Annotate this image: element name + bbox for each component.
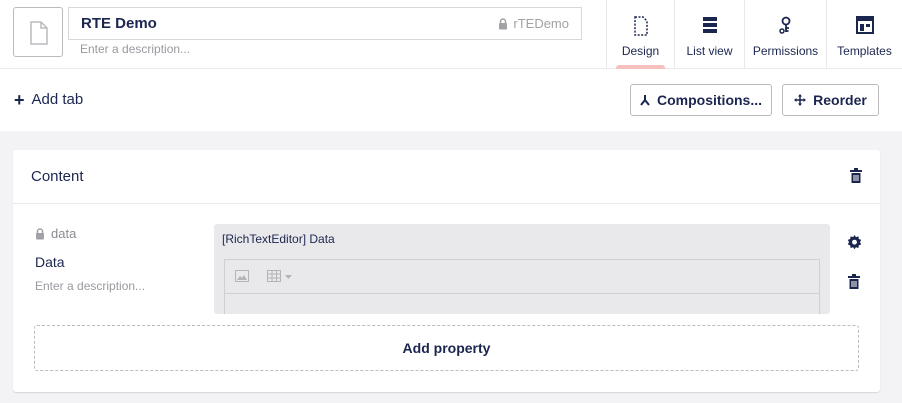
merge-icon: [640, 95, 650, 106]
rte-toolbar: [225, 260, 819, 294]
reorder-button[interactable]: Reorder: [782, 84, 879, 116]
table-icon: [267, 270, 281, 282]
trash-icon[interactable]: [850, 168, 862, 183]
permissions-icon: [778, 16, 790, 34]
tab-design[interactable]: Design: [606, 0, 674, 69]
document-type-icon-picker[interactable]: [13, 7, 63, 57]
lock-icon: [499, 17, 508, 29]
editor-header: RTE Demo rTEDemo Enter a description... …: [0, 0, 902, 69]
add-tab-button[interactable]: + Add tab: [14, 89, 84, 110]
gear-icon[interactable]: [847, 235, 862, 250]
tab-templates-label: Templates: [837, 44, 892, 58]
tab-permissions-label: Permissions: [752, 44, 819, 58]
editor-tabs: Design List view Permissions Templates: [606, 0, 902, 69]
compositions-label: Compositions...: [657, 92, 762, 108]
name-input[interactable]: RTE Demo rTEDemo: [68, 7, 582, 40]
add-tab-label: Add tab: [31, 91, 84, 108]
lock-icon: [36, 227, 44, 239]
alias-value: rTEDemo: [513, 16, 569, 31]
description-input[interactable]: Enter a description...: [80, 42, 190, 56]
alias-field[interactable]: rTEDemo: [498, 16, 569, 31]
trash-icon[interactable]: [848, 274, 860, 289]
content-group: Content data Data Enter a description...…: [13, 150, 880, 392]
design-toolbar: + Add tab Compositions... Reorder: [0, 69, 902, 131]
property-alias[interactable]: data: [35, 226, 76, 241]
add-property-button[interactable]: Add property: [34, 325, 859, 371]
property-alias-value: data: [51, 226, 77, 241]
compositions-button[interactable]: Compositions...: [630, 84, 772, 116]
property-description-input[interactable]: Enter a description...: [35, 279, 145, 293]
chevron-down-icon: [285, 275, 292, 279]
move-icon: [794, 94, 807, 106]
name-value: RTE Demo: [81, 15, 157, 32]
property-name[interactable]: Data: [35, 254, 65, 270]
reorder-label: Reorder: [813, 92, 867, 108]
design-icon: [633, 16, 648, 36]
tab-list-view[interactable]: List view: [674, 0, 744, 69]
image-icon: [235, 270, 249, 282]
property-editor-preview[interactable]: [RichTextEditor] Data: [214, 224, 830, 314]
list-view-icon: [702, 17, 717, 33]
editor-type-label: [RichTextEditor] Data: [222, 232, 335, 246]
tab-design-label: Design: [621, 44, 660, 58]
plus-icon: +: [14, 89, 25, 110]
tab-list-view-label: List view: [686, 44, 733, 58]
group-title[interactable]: Content: [31, 168, 84, 185]
tab-templates[interactable]: Templates: [826, 0, 902, 69]
rich-text-editor: [224, 259, 820, 314]
document-icon: [30, 21, 48, 45]
group-header: Content: [13, 150, 880, 204]
templates-icon: [855, 16, 874, 34]
tab-permissions[interactable]: Permissions: [744, 0, 826, 69]
